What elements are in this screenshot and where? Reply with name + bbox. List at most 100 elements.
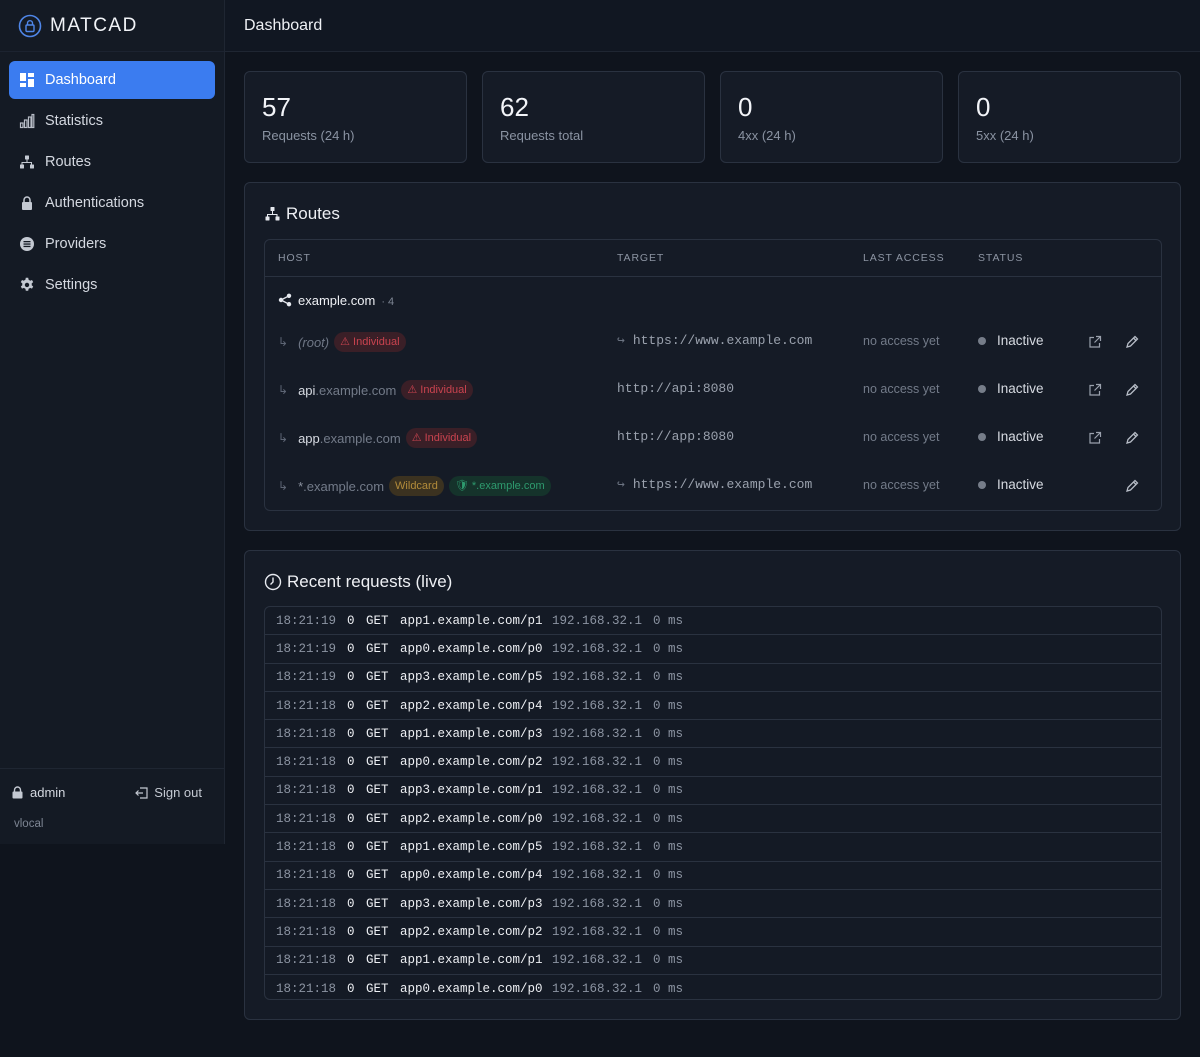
sidebar-item-label: Authentications — [45, 195, 145, 211]
wildcard-badge: Wildcard — [389, 476, 444, 496]
routes-panel: Routes HOST TARGET LAST ACCESS STATUS ex… — [244, 182, 1181, 531]
dashboard-icon — [19, 72, 35, 88]
sidebar-item-statistics[interactable]: Statistics — [9, 102, 215, 140]
gear-icon — [19, 277, 35, 293]
request-path: app3.example.com/p3 — [400, 896, 543, 911]
edit-pencil-icon[interactable] — [1125, 383, 1139, 397]
request-status: 0 — [347, 755, 355, 770]
stat-value: 62 — [500, 92, 529, 122]
request-row: 18:21:19 0 GET app1.example.com/p1 192.168.3… — [265, 607, 1161, 636]
routes-table: HOST TARGET LAST ACCESS STATUS example.c… — [264, 239, 1162, 511]
route-last-access: no access yet — [863, 382, 940, 396]
request-duration: 0 ms — [653, 811, 684, 826]
request-method: GET — [366, 726, 389, 741]
redirect-arrow-icon: ↪ — [617, 477, 625, 492]
request-row: 18:21:18 0 GET app0.example.com/p0 192.168.3… — [265, 975, 1161, 999]
open-external-icon[interactable] — [1088, 335, 1102, 349]
request-method: GET — [366, 698, 389, 713]
sidebar-item-providers[interactable]: Providers — [9, 225, 215, 263]
route-last-access: no access yet — [863, 430, 940, 444]
request-ip: 192.168.32.1 — [552, 783, 643, 798]
username: admin — [30, 785, 66, 800]
column-header-last-access: LAST ACCESS — [863, 252, 945, 264]
subroute-arrow-icon: ↳ — [278, 431, 289, 445]
subroute-arrow-icon: ↳ — [278, 335, 289, 349]
request-row: 18:21:18 0 GET app1.example.com/p5 192.168.3… — [265, 833, 1161, 862]
request-row: 18:21:18 0 GET app2.example.com/p0 192.168.3… — [265, 805, 1161, 834]
logo-lock-icon — [18, 14, 42, 38]
route-row: ↳ * .example.com Wildcard 🛡 *.example.com… — [265, 471, 1161, 501]
route-row: ↳ api .example.com ⚠ Individual http://ap… — [265, 375, 1161, 405]
sidebar-item-label: Statistics — [45, 113, 104, 129]
request-row: 18:21:18 0 GET app3.example.com/p1 192.168.3… — [265, 777, 1161, 806]
status-dot — [978, 384, 986, 393]
request-method: GET — [366, 613, 389, 628]
request-ip: 192.168.32.1 — [552, 811, 643, 826]
request-method: GET — [366, 755, 389, 770]
request-status: 0 — [347, 811, 355, 826]
sidebar-item-label: Providers — [45, 236, 107, 252]
route-status: Inactive — [978, 477, 1044, 492]
request-time: 18:21:19 — [276, 641, 337, 656]
request-ip: 192.168.32.1 — [552, 613, 643, 628]
individual-badge: ⚠ Individual — [401, 380, 473, 400]
request-ip: 192.168.32.1 — [552, 982, 643, 996]
column-header-target: TARGET — [617, 252, 665, 264]
request-row: 18:21:19 0 GET app3.example.com/p5 192.168.3… — [265, 664, 1161, 692]
requests-log[interactable]: 18:21:19 0 GET app1.example.com/p1 192.168.3… — [264, 606, 1162, 1000]
route-target: https://www.example.com — [632, 477, 813, 492]
request-duration: 0 ms — [653, 670, 684, 685]
route-host: (root) — [298, 334, 330, 350]
request-status: 0 — [347, 924, 355, 939]
route-target: http://api:8080 — [617, 381, 735, 396]
route-target: http://app:8080 — [617, 429, 735, 444]
request-ip: 192.168.32.1 — [552, 868, 643, 883]
request-method: GET — [366, 783, 389, 798]
status-dot — [978, 480, 986, 489]
sidebar-item-settings[interactable]: Settings — [9, 266, 215, 304]
sidebar-item-routes[interactable]: Routes — [9, 143, 215, 181]
request-duration: 0 ms — [653, 840, 684, 855]
route-last-access: no access yet — [863, 334, 940, 348]
edit-pencil-icon[interactable] — [1125, 335, 1139, 349]
request-duration: 0 ms — [653, 755, 684, 770]
list-circle-icon — [19, 236, 35, 252]
request-status: 0 — [347, 840, 355, 855]
page-title: Dashboard — [244, 16, 323, 34]
route-host-domain: .example.com — [303, 478, 385, 494]
routes-table-header: HOST TARGET LAST ACCESS STATUS — [265, 240, 1161, 277]
request-method: GET — [366, 896, 389, 911]
request-path: app2.example.com/p2 — [400, 924, 543, 939]
open-external-icon[interactable] — [1088, 431, 1102, 445]
open-external-icon[interactable] — [1088, 383, 1102, 397]
sidebar-item-authentications[interactable]: Authentications — [9, 184, 215, 222]
topbar: Dashboard — [225, 0, 1200, 52]
stat-card-4xx: 0 4xx (24 h) — [720, 71, 943, 163]
share-icon — [278, 293, 292, 307]
request-time: 18:21:18 — [276, 896, 337, 911]
individual-badge: ⚠ Individual — [334, 332, 406, 352]
redirect-arrow-icon: ↪ — [617, 333, 625, 348]
route-group-example-com[interactable]: example.com · 4 — [278, 292, 394, 308]
user-lock-icon — [12, 786, 23, 799]
request-path: app3.example.com/p5 — [400, 670, 543, 685]
request-status: 0 — [347, 726, 355, 741]
subroute-arrow-icon: ↳ — [278, 479, 289, 493]
sign-out-label: Sign out — [154, 785, 202, 800]
sign-out-button[interactable]: Sign out — [135, 785, 202, 800]
status-dot — [978, 336, 986, 345]
sidebar-item-dashboard[interactable]: Dashboard — [9, 61, 215, 99]
stat-card-requests-total: 62 Requests total — [482, 71, 705, 163]
request-path: app1.example.com/p3 — [400, 726, 543, 741]
request-duration: 0 ms — [653, 613, 684, 628]
stat-label: Requests total — [500, 128, 584, 143]
request-time: 18:21:18 — [276, 726, 337, 741]
brand[interactable]: MATCAD — [0, 0, 224, 52]
edit-pencil-icon[interactable] — [1125, 479, 1139, 493]
request-ip: 192.168.32.1 — [552, 698, 643, 713]
request-duration: 0 ms — [653, 924, 684, 939]
sidebar-item-label: Dashboard — [45, 72, 116, 88]
route-host-domain: .example.com — [315, 382, 397, 398]
edit-pencil-icon[interactable] — [1125, 431, 1139, 445]
request-path: app2.example.com/p0 — [400, 811, 543, 826]
